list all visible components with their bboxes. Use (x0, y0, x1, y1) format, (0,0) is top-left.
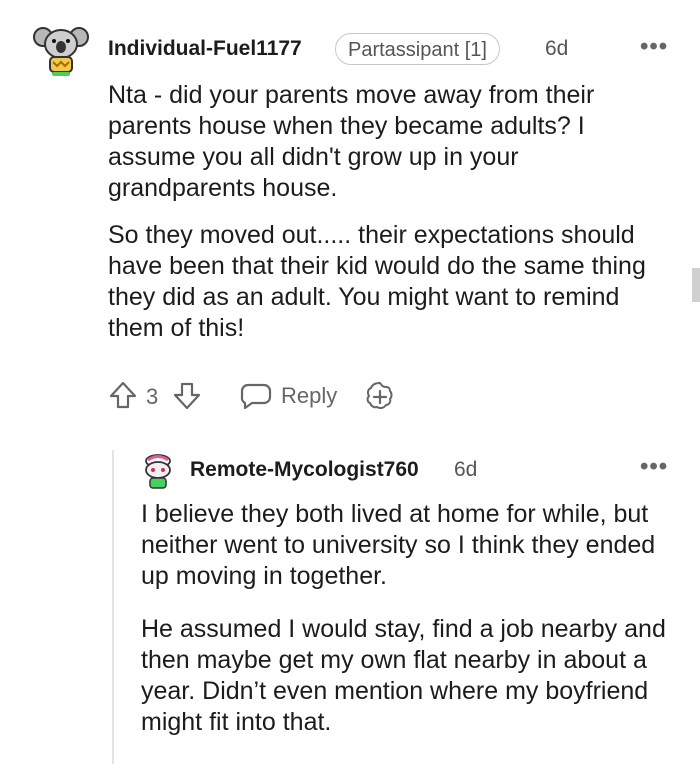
award-icon (366, 381, 393, 410)
comment-body: Nta - did your parents move away from th… (108, 80, 668, 344)
upvote-button[interactable] (108, 380, 138, 410)
reply-button[interactable]: Reply (240, 380, 340, 412)
avatar[interactable] (140, 452, 176, 490)
more-options-button[interactable]: ••• (640, 35, 668, 59)
reply-author[interactable]: Remote-Mycologist760 (190, 458, 419, 482)
vote-count: 3 (146, 384, 159, 409)
more-icon: ••• (640, 453, 669, 480)
comment-paragraph: So they moved out..... their expectation… (108, 221, 646, 342)
avatar-snoo-icon (145, 454, 171, 489)
reply-body: I believe they both lived at home for wh… (141, 499, 676, 738)
thread-line[interactable] (112, 450, 114, 764)
more-icon: ••• (640, 33, 669, 60)
downvote-icon (173, 382, 201, 410)
upvote-icon (109, 381, 137, 409)
avatar-koala-icon (33, 27, 89, 76)
reply-more-options-button[interactable]: ••• (640, 455, 668, 479)
downvote-button[interactable] (172, 381, 202, 411)
reply-paragraph: He assumed I would stay, find a job near… (141, 615, 666, 736)
scrollbar-thumb[interactable] (692, 268, 700, 302)
comment-timestamp: 6d (545, 37, 569, 60)
award-button[interactable] (364, 381, 396, 413)
reply-timestamp: 6d (454, 458, 478, 481)
comment-author[interactable]: Individual-Fuel1177 (108, 37, 302, 61)
reply-icon (240, 383, 272, 410)
comment-paragraph: Nta - did your parents move away from th… (108, 81, 595, 202)
reply-label: Reply (281, 383, 338, 408)
user-flair: Partassipant [1] (335, 33, 500, 65)
reply-paragraph: I believe they both lived at home for wh… (141, 500, 656, 590)
avatar[interactable] (32, 22, 90, 80)
